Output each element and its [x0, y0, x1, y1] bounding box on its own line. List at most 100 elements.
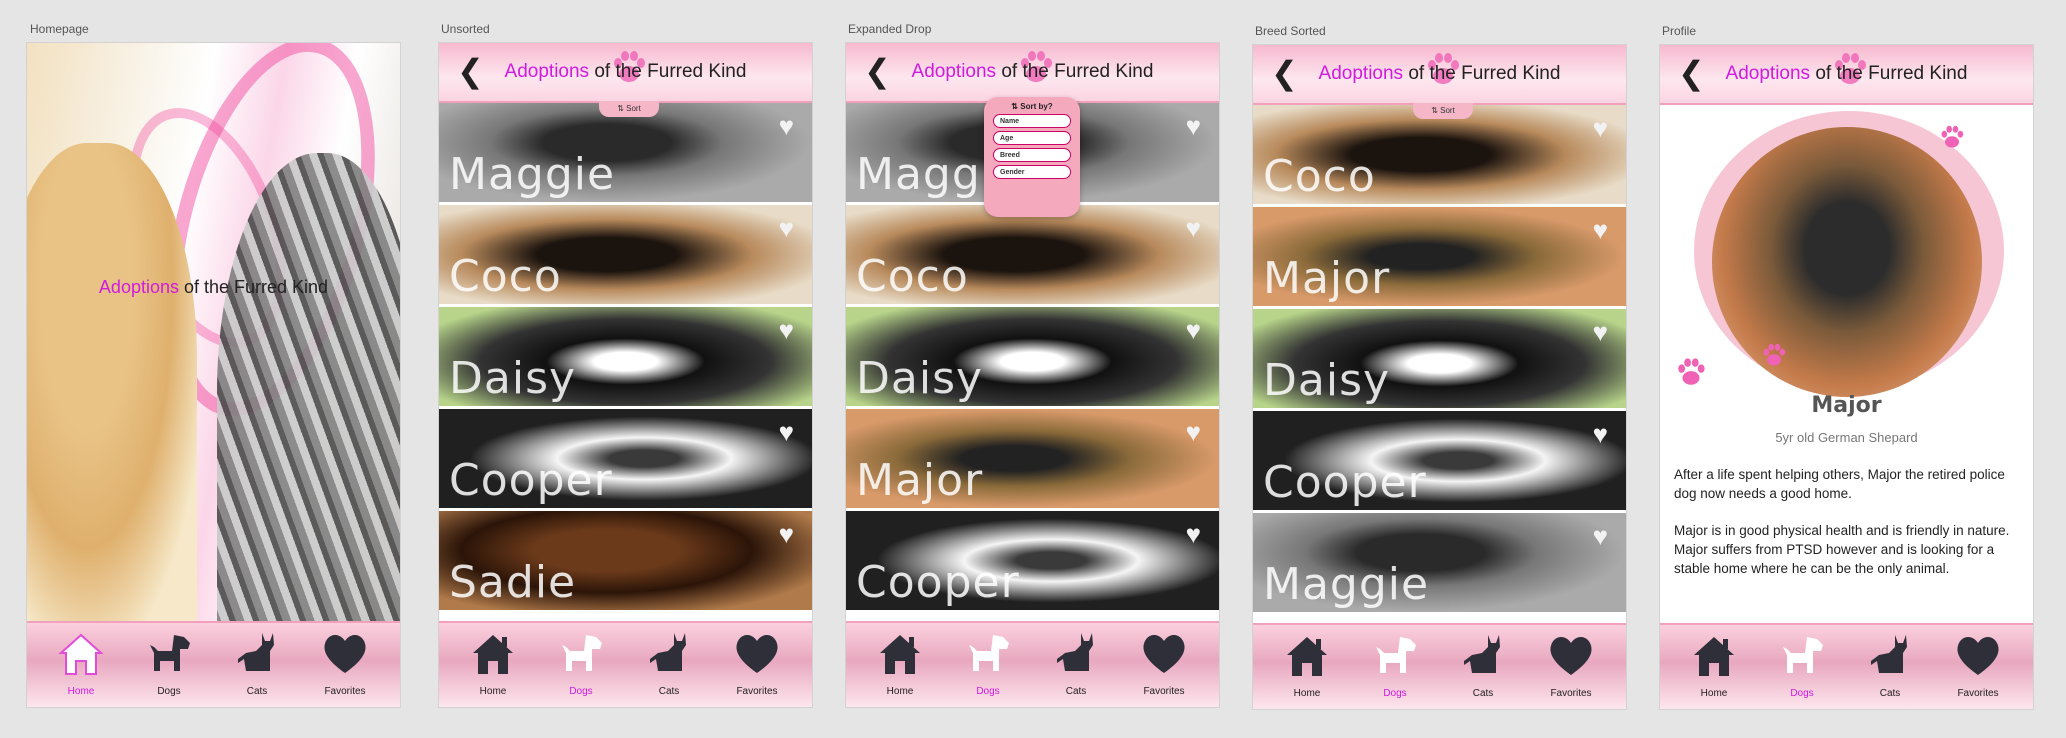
title-accent: Adoptions [98, 277, 179, 297]
sort-tab[interactable]: ⇅ Sort [599, 101, 659, 117]
nav-cats[interactable]: Cats [1036, 629, 1116, 697]
bottom-nav: Home Dogs Cats Favorites [1660, 623, 2033, 709]
favorite-heart-icon[interactable]: ♥ [1593, 521, 1608, 552]
pet-name: Coco [449, 251, 562, 302]
nav-favorites-label: Favorites [1550, 688, 1592, 699]
nav-dogs-label: Dogs [1790, 688, 1814, 699]
cat-icon [1051, 629, 1101, 679]
title-accent: Adoptions [1725, 63, 1811, 84]
pet-name: Daisy [449, 353, 577, 404]
breed-sorted-frame: ❮ Adoptions of the Furred Kind ⇅ Sort Co… [1253, 45, 1626, 709]
favorite-heart-icon[interactable]: ♥ [1593, 215, 1608, 246]
nav-favorites[interactable]: Favorites [1124, 629, 1204, 697]
nav-home-label: Home [479, 686, 507, 697]
favorite-heart-icon[interactable]: ♥ [1186, 111, 1201, 142]
bottom-nav: Home Dogs Cats Favorites [27, 621, 400, 707]
favorite-heart-icon[interactable]: ♥ [1186, 213, 1201, 244]
nav-dogs[interactable]: Dogs [1355, 631, 1435, 699]
sort-option-gender[interactable]: Gender [993, 165, 1071, 179]
pet-list: Coco ♥ Major ♥ Daisy ♥ Cooper ♥ Maggie ♥ [1253, 105, 1626, 625]
favorite-heart-icon[interactable]: ♥ [779, 315, 794, 346]
nav-dogs-label: Dogs [1383, 688, 1407, 699]
nav-favorites-label: Favorites [324, 686, 366, 697]
nav-cats[interactable]: Cats [1850, 631, 1930, 699]
sort-popup-title-text: Sort by? [1020, 102, 1053, 111]
sort-option-breed[interactable]: Breed [993, 148, 1071, 162]
avatar [1712, 127, 1982, 397]
nav-dogs[interactable]: Dogs [129, 629, 209, 697]
sort-tab[interactable]: ⇅ Sort [1413, 103, 1473, 119]
profile-paragraph-1: After a life spent helping others, Major… [1674, 467, 2005, 501]
nav-dogs[interactable]: Dogs [541, 629, 621, 697]
favorite-heart-icon[interactable]: ♥ [1186, 519, 1201, 550]
cat-icon [232, 629, 282, 679]
nav-cats[interactable]: Cats [217, 629, 297, 697]
nav-cats-label: Cats [246, 686, 268, 697]
nav-home[interactable]: Home [453, 629, 533, 697]
favorite-heart-icon[interactable]: ♥ [779, 111, 794, 142]
home-icon [1282, 631, 1332, 681]
sort-option-age[interactable]: Age [993, 131, 1071, 145]
nav-home[interactable]: Home [860, 629, 940, 697]
header: ❮ Adoptions of the Furred Kind [1660, 45, 2033, 105]
nav-home[interactable]: Home [1267, 631, 1347, 699]
kitten-image [217, 153, 400, 633]
home-icon [56, 629, 106, 679]
favorite-heart-icon[interactable]: ♥ [1593, 317, 1608, 348]
sort-tab-label: Sort [626, 104, 641, 113]
list-item[interactable]: Coco ♥ [439, 205, 812, 307]
favorite-heart-icon[interactable]: ♥ [779, 519, 794, 550]
list-item[interactable]: Sadie ♥ [439, 511, 812, 613]
bottom-nav: Home Dogs Cats Favorites [846, 621, 1219, 707]
favorite-heart-icon[interactable]: ♥ [1186, 315, 1201, 346]
nav-cats-label: Cats [1472, 688, 1494, 699]
nav-dogs[interactable]: Dogs [948, 629, 1028, 697]
paw-icon [1938, 123, 1966, 151]
favorite-heart-icon[interactable]: ♥ [1593, 113, 1608, 144]
list-item[interactable]: Cooper ♥ [439, 409, 812, 511]
nav-home[interactable]: Home [41, 629, 121, 697]
list-item[interactable]: Daisy ♥ [439, 307, 812, 409]
expanded-drop-frame: ❮ Adoptions of the Furred Kind ⇅ Sort by… [846, 43, 1219, 707]
pet-name: Daisy [1263, 355, 1391, 406]
nav-dogs-label: Dogs [569, 686, 593, 697]
nav-dogs[interactable]: Dogs [1762, 631, 1842, 699]
list-item[interactable]: Cooper ♥ [1253, 411, 1626, 513]
heart-icon [1139, 629, 1189, 679]
nav-favorites-label: Favorites [1143, 686, 1185, 697]
favorite-heart-icon[interactable]: ♥ [779, 213, 794, 244]
list-item[interactable]: Maggie ♥ [1253, 513, 1626, 615]
profile-subtitle: 5yr old German Shepard [1775, 430, 1918, 445]
nav-cats[interactable]: Cats [629, 629, 709, 697]
list-item[interactable]: Major ♥ [1253, 207, 1626, 309]
favorite-heart-icon[interactable]: ♥ [1593, 419, 1608, 450]
nav-home-label: Home [1700, 688, 1728, 699]
list-item[interactable]: Daisy ♥ [846, 307, 1219, 409]
sort-dropdown-title: ⇅ Sort by? [1011, 102, 1053, 111]
dog-icon [556, 629, 606, 679]
header-title: Adoptions of the Furred Kind [1253, 63, 1626, 85]
list-item[interactable]: Cooper ♥ [846, 511, 1219, 613]
list-item[interactable]: Maggie ♥ [439, 103, 812, 205]
nav-favorites[interactable]: Favorites [305, 629, 385, 697]
list-item[interactable]: Coco ♥ [846, 205, 1219, 307]
list-item[interactable]: Daisy ♥ [1253, 309, 1626, 411]
nav-favorites[interactable]: Favorites [1938, 631, 2018, 699]
nav-dogs-label: Dogs [976, 686, 1000, 697]
list-item[interactable]: Coco ♥ [1253, 105, 1626, 207]
nav-home[interactable]: Home [1674, 631, 1754, 699]
title-accent: Adoptions [1318, 63, 1404, 84]
favorite-heart-icon[interactable]: ♥ [779, 417, 794, 448]
nav-favorites[interactable]: Favorites [717, 629, 797, 697]
home-icon [1689, 631, 1739, 681]
puppy-image [27, 143, 197, 623]
pet-name: Major [1263, 253, 1391, 304]
dog-icon [963, 629, 1013, 679]
nav-cats[interactable]: Cats [1443, 631, 1523, 699]
frame-label-profile: Profile [1662, 24, 1697, 38]
list-item[interactable]: Major ♥ [846, 409, 1219, 511]
favorite-heart-icon[interactable]: ♥ [1186, 417, 1201, 448]
sort-option-name[interactable]: Name [993, 114, 1071, 128]
frame-label-homepage: Homepage [30, 22, 89, 36]
nav-favorites[interactable]: Favorites [1531, 631, 1611, 699]
